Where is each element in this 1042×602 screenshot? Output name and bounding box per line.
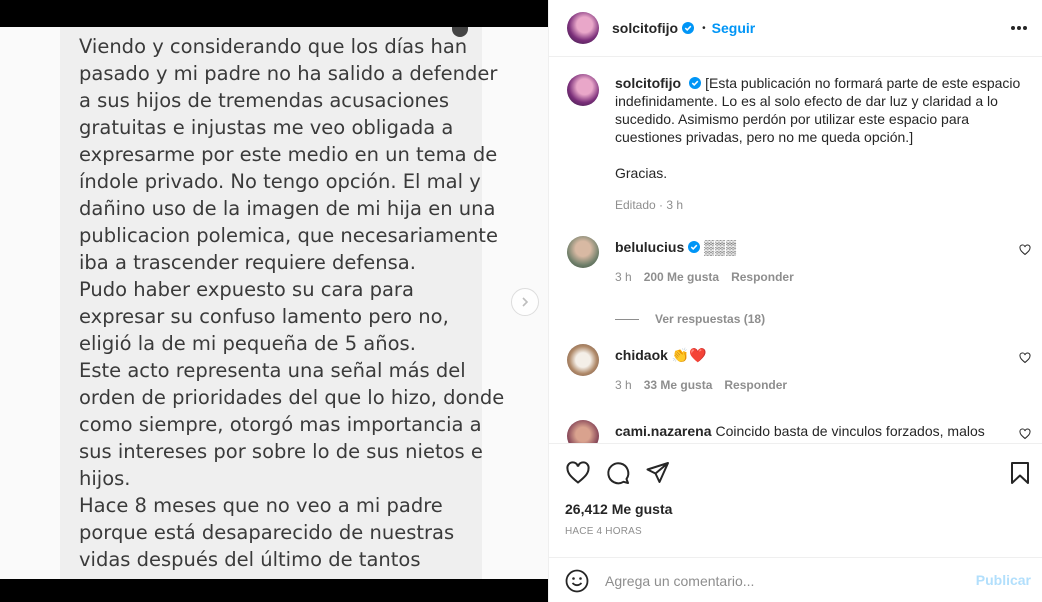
caption-avatar[interactable]: [567, 74, 599, 106]
comments-section: solcitofijo [Esta publicación no formará …: [549, 58, 1042, 443]
comment-likes[interactable]: 33 Me gusta: [644, 378, 713, 392]
caption-thanks: Gracias.: [615, 165, 668, 181]
publish-button[interactable]: Publicar: [976, 572, 1031, 588]
comment-username[interactable]: chidaok: [615, 347, 668, 363]
photo-text-line: hijos.: [79, 467, 131, 490]
caption-meta: Editado · 3 h: [615, 198, 684, 212]
save-bookmark-icon[interactable]: [1007, 460, 1033, 486]
photo-text-line: Viendo y considerando que los días han: [79, 35, 468, 58]
like-comment-heart-icon[interactable]: [1019, 428, 1031, 440]
replies-line: [615, 318, 639, 320]
commenter-avatar[interactable]: [567, 420, 599, 443]
photo-text-line: publicacion polemica, que necesariamente: [79, 224, 498, 247]
post-photo: Viendo y considerando que los días han pa…: [0, 27, 548, 579]
reply-button[interactable]: Responder: [724, 378, 787, 392]
add-comment-input[interactable]: [605, 571, 945, 591]
likes-count[interactable]: 26,412 Me gusta: [565, 501, 672, 517]
share-send-icon[interactable]: [645, 460, 671, 486]
reply-button[interactable]: Responder: [731, 270, 794, 284]
post-header: solcitofijo • Seguir: [549, 0, 1042, 57]
post-time[interactable]: HACE 4 HORAS: [565, 526, 642, 537]
photo-text-line: Pudo haber expuesto su cara para: [79, 278, 414, 301]
emoji-icon[interactable]: [565, 569, 589, 593]
view-replies-label: Ver respuestas (18): [655, 312, 766, 326]
photo-edge-left: [0, 27, 60, 579]
post-details-panel: solcitofijo • Seguir solcitofijo [Esta pu…: [548, 0, 1042, 602]
comment-text: Coincido basta de vinculos forzados, mal…: [715, 423, 985, 439]
caption-username[interactable]: solcitofijo: [615, 75, 681, 91]
photo-text-line: gratuitas e injustas me veo obligada a: [79, 116, 454, 139]
verified-badge-icon: [689, 77, 702, 89]
comment-composer: Publicar: [549, 557, 1042, 602]
photo-text-line: orden de prioridades del que lo hizo, do…: [79, 386, 505, 409]
comment-text: ▒▒▒: [704, 239, 737, 255]
photo-text-line: Este acto representa una señal más del: [79, 359, 466, 382]
photo-text-line: como siempre, otorgó mas importancia a: [79, 413, 482, 436]
comment-meta: 3 h 33 Me gusta Responder: [615, 378, 799, 392]
caption-body: solcitofijo [Esta publicación no formará …: [615, 74, 1025, 214]
photo-text-line: porque está desaparecido de nuestras: [79, 521, 455, 544]
chevron-right-icon: [522, 297, 529, 307]
comment-text: 👏❤️: [671, 347, 707, 363]
photo-text-line: pasado y mi padre no ha salido a defende…: [79, 62, 498, 85]
commenter-avatar[interactable]: [567, 236, 599, 268]
header-username[interactable]: solcitofijo: [612, 20, 678, 36]
like-heart-icon[interactable]: [565, 460, 591, 486]
comment-meta: 3 h 200 Me gusta Responder: [615, 270, 806, 284]
more-options-icon[interactable]: [1009, 18, 1029, 38]
photo-text-line: Hace 8 meses que no veo a mi padre: [79, 494, 443, 517]
photo-text-line: dañino uso de la imagen de mi hija en un…: [79, 197, 496, 220]
verified-badge-icon: [682, 22, 695, 34]
verified-badge-icon: [688, 241, 701, 253]
like-comment-heart-icon[interactable]: [1019, 244, 1031, 256]
comment-username[interactable]: cami.nazarena: [615, 423, 712, 439]
photo-text-line: expresarme por este medio en un tema de: [79, 143, 498, 166]
post-actions: 26,412 Me gusta HACE 4 HORAS: [549, 443, 1042, 563]
comment-body: chidaok 👏❤️: [615, 346, 1015, 364]
photo-statement-text: Viendo y considerando que los días han pa…: [79, 33, 505, 573]
header-separator: •: [702, 22, 706, 34]
comment-bubble-icon[interactable]: [605, 460, 631, 486]
comment-body: cami.nazarena Coincido basta de vinculos …: [615, 422, 1015, 440]
comment-time: 3 h: [615, 270, 632, 284]
comment-body: belulucius ▒▒▒: [615, 238, 1015, 256]
like-comment-heart-icon[interactable]: [1019, 352, 1031, 364]
photo-text-line: expresar su confuso lamento pero no,: [79, 305, 449, 328]
photo-text-line: eligió la de mi pequeña de 5 años.: [79, 332, 416, 355]
next-slide-button[interactable]: [511, 288, 539, 316]
photo-text-line: iba a trascender requiere defensa.: [79, 251, 416, 274]
photo-text-line: vidas después del último de tantos: [79, 548, 421, 571]
avatar[interactable]: [567, 12, 599, 44]
commenter-avatar[interactable]: [567, 344, 599, 376]
follow-button[interactable]: Seguir: [712, 20, 756, 36]
view-replies-button[interactable]: Ver respuestas (18): [615, 312, 765, 326]
comment-time: 3 h: [615, 378, 632, 392]
photo-text-line: sus intereses por sobre lo de sus nietos…: [79, 440, 483, 463]
photo-text-line: a sus hijos de tremendas acusaciones: [79, 89, 450, 112]
action-icons: [563, 460, 1029, 486]
comment-likes[interactable]: 200 Me gusta: [644, 270, 719, 284]
comment-username[interactable]: belulucius: [615, 239, 684, 255]
post-media: Viendo y considerando que los días han pa…: [0, 0, 548, 602]
photo-text-line: índole privado. No tengo opción. El mal …: [79, 170, 481, 193]
